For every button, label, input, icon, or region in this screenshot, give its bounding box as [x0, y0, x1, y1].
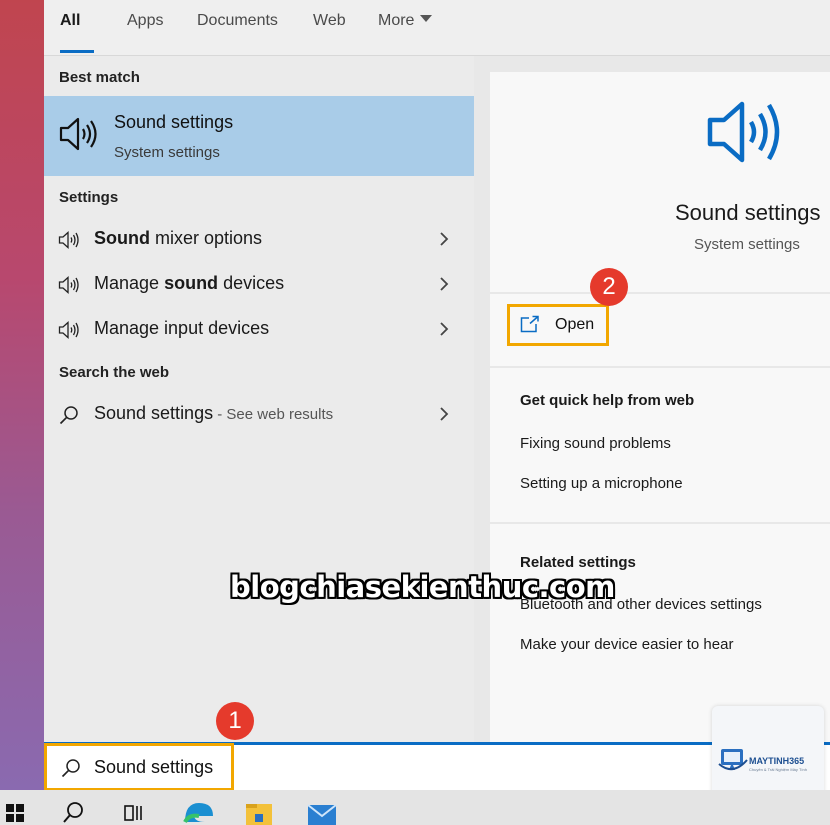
- step-badge-1: 1: [216, 702, 254, 740]
- mail-icon[interactable]: [306, 800, 338, 825]
- desktop-background: [0, 0, 44, 790]
- chevron-right-icon: [440, 277, 449, 291]
- search-input[interactable]: Sound settings: [44, 743, 234, 791]
- open-button-label: Open: [555, 316, 595, 333]
- preview-title: Sound settings: [675, 200, 821, 225]
- quick-help-link-fixing-sound[interactable]: Fixing sound problems: [520, 435, 671, 452]
- speaker-icon: [707, 101, 780, 163]
- best-match-result[interactable]: Sound settings System settings: [44, 96, 474, 176]
- tab-all[interactable]: All: [60, 12, 80, 36]
- search-icon: [61, 759, 80, 778]
- preview-actions: Open: [490, 294, 830, 366]
- settings-item-label: Sound mixer options: [94, 228, 263, 248]
- brand-logo-text: MAYTINH365: [749, 756, 805, 766]
- step-badge-2: 2: [590, 268, 628, 306]
- tab-documents[interactable]: Documents: [197, 12, 278, 36]
- tab-apps[interactable]: Apps: [127, 12, 163, 36]
- speaker-icon: [59, 117, 97, 151]
- speaker-icon: [58, 276, 79, 294]
- settings-item-label: Manage input devices: [94, 318, 270, 338]
- brand-logo-tagline: Chuyên & Trải Nghiệm Máy Tính: [749, 767, 807, 772]
- quick-help-section: Get quick help from web Fixing sound pro…: [490, 368, 830, 522]
- preview-subtitle: System settings: [694, 236, 800, 253]
- quick-help-title: Get quick help from web: [520, 392, 695, 409]
- preview-header: Sound settings System settings: [490, 72, 830, 292]
- task-view-icon[interactable]: [122, 800, 146, 825]
- settings-label: Settings: [59, 189, 119, 206]
- results-list: Best match Sound settings System setting…: [44, 56, 474, 742]
- preview-pane: Sound settings System settings Open Get …: [490, 72, 830, 742]
- edge-browser-icon[interactable]: [183, 800, 215, 825]
- filter-tabs: All Apps Documents Web More: [44, 0, 830, 56]
- web-result-label: Sound settings - See web results: [94, 403, 334, 423]
- chevron-right-icon: [440, 407, 449, 421]
- file-explorer-icon[interactable]: [244, 800, 274, 825]
- settings-item-label: Manage sound devices: [94, 273, 285, 293]
- search-panel: All Apps Documents Web More Best match S…: [44, 0, 830, 742]
- settings-item-manage-input-devices[interactable]: Manage input devices: [44, 309, 474, 349]
- tab-more[interactable]: More: [378, 12, 433, 36]
- speaker-icon: [58, 231, 79, 249]
- chevron-right-icon: [440, 322, 449, 336]
- taskbar: [0, 790, 830, 825]
- windows-start-icon[interactable]: [4, 800, 26, 825]
- settings-item-manage-sound-devices[interactable]: Manage sound devices: [44, 264, 474, 304]
- monitor-logo-icon: [718, 749, 748, 771]
- web-result-sound-settings[interactable]: Sound settings - See web results: [44, 394, 474, 434]
- active-tab-indicator: [60, 50, 94, 53]
- search-web-label: Search the web: [59, 364, 170, 381]
- web-result-note: - See web results: [213, 406, 334, 423]
- best-match-subtitle: System settings: [114, 144, 220, 161]
- open-external-icon: [520, 315, 539, 333]
- tab-web[interactable]: Web: [313, 12, 346, 36]
- open-button[interactable]: Open: [507, 304, 609, 346]
- related-link-hearing[interactable]: Make your device easier to hear: [520, 636, 733, 653]
- settings-item-sound-mixer[interactable]: Sound mixer options: [44, 219, 474, 259]
- best-match-title: Sound settings: [114, 112, 234, 132]
- related-settings-title: Related settings: [520, 554, 636, 571]
- chevron-right-icon: [440, 232, 449, 246]
- search-icon: [59, 406, 78, 425]
- tab-more-label: More: [378, 12, 415, 29]
- watermark: blogchiasekienthuc.com: [230, 570, 615, 604]
- quick-help-link-microphone[interactable]: Setting up a microphone: [520, 475, 683, 492]
- search-input-value: Sound settings: [94, 757, 214, 777]
- chevron-down-icon: [420, 15, 433, 22]
- best-match-label: Best match: [59, 69, 140, 86]
- taskbar-search-icon[interactable]: [62, 800, 86, 825]
- speaker-icon: [58, 321, 79, 339]
